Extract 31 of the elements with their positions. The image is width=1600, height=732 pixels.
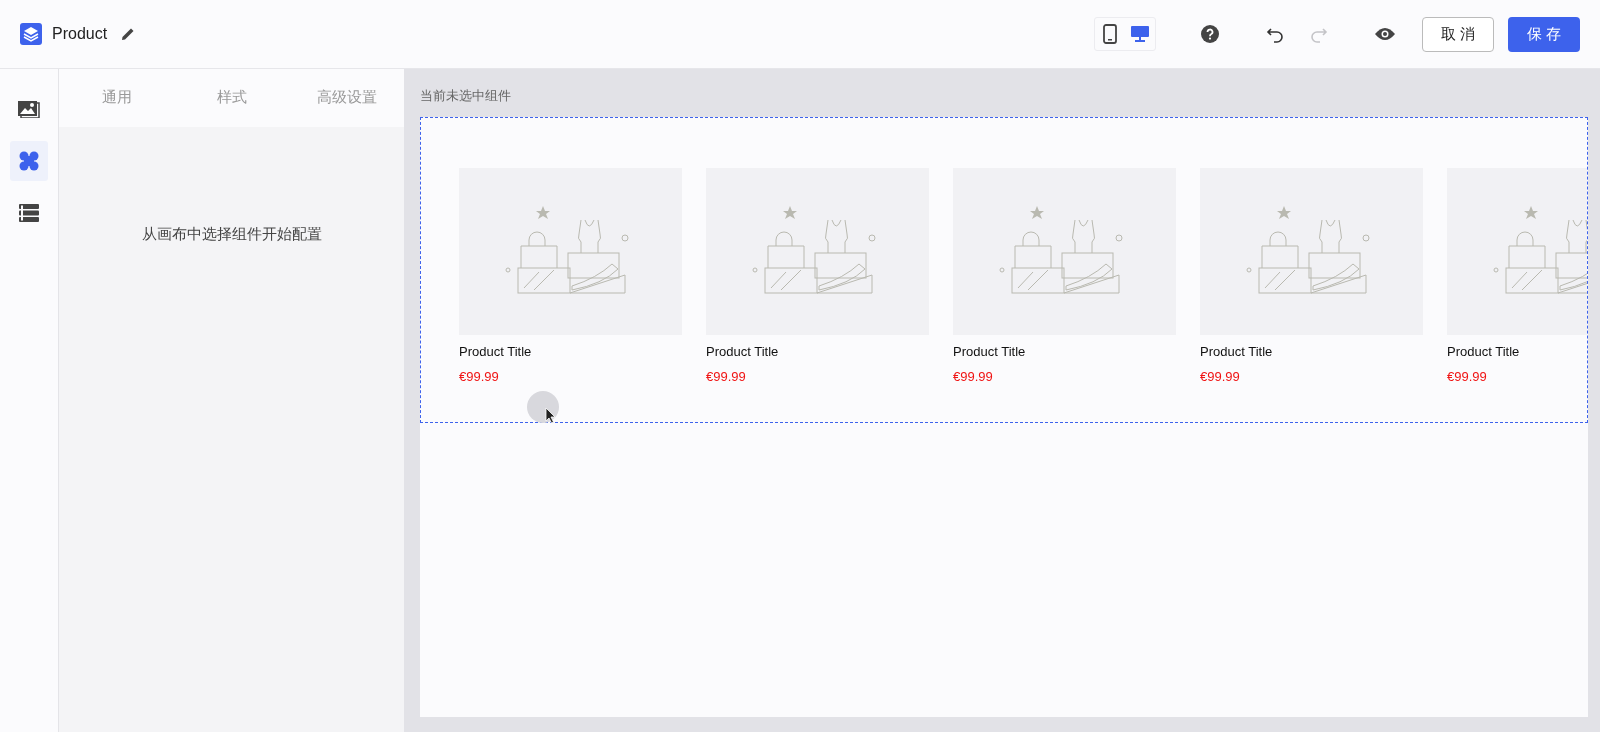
page-title: Product xyxy=(52,25,108,43)
panel-tab[interactable]: 样式 xyxy=(174,69,289,127)
panel-tab[interactable]: 高级设置 xyxy=(289,69,404,127)
product-title: Product Title xyxy=(459,344,533,359)
list-icon xyxy=(19,204,39,222)
cursor-icon xyxy=(526,390,560,424)
eye-icon xyxy=(1375,27,1395,41)
empty-message: 从画布中选择组件开始配置 xyxy=(140,225,323,244)
product-title: Product Title xyxy=(1200,344,1274,359)
product-price: €99.99 xyxy=(1447,369,1488,384)
product-title: Product Title xyxy=(1447,344,1521,359)
monitor-icon xyxy=(1131,25,1149,43)
phone-icon xyxy=(1103,24,1117,44)
panel-tab[interactable]: 通用 xyxy=(59,69,174,127)
product-title: Product Title xyxy=(706,344,780,359)
product-price: €99.99 xyxy=(706,369,747,384)
clover-icon xyxy=(19,151,39,171)
product-price: €99.99 xyxy=(1200,369,1241,384)
undo-icon xyxy=(1266,25,1284,43)
cancel-button[interactable]: 取 消 xyxy=(1422,16,1494,52)
image-icon xyxy=(18,100,40,118)
product-price: €99.99 xyxy=(953,369,994,384)
selection-status: 当前未选中组件 xyxy=(420,87,512,105)
layers-logo-icon xyxy=(20,23,42,45)
help-icon xyxy=(1201,25,1219,43)
product-title: Product Title xyxy=(953,344,1027,359)
product-list-block[interactable]: Product Title €99.99 Product Title €99.99 Product Title €99.99 Product Title €99.99 Product Title €99.99 xyxy=(420,117,1588,423)
redo-icon xyxy=(1310,25,1328,43)
save-button[interactable]: 保 存 xyxy=(1508,16,1580,52)
product-price: €99.99 xyxy=(459,369,500,384)
rail-button[interactable] xyxy=(10,141,48,181)
